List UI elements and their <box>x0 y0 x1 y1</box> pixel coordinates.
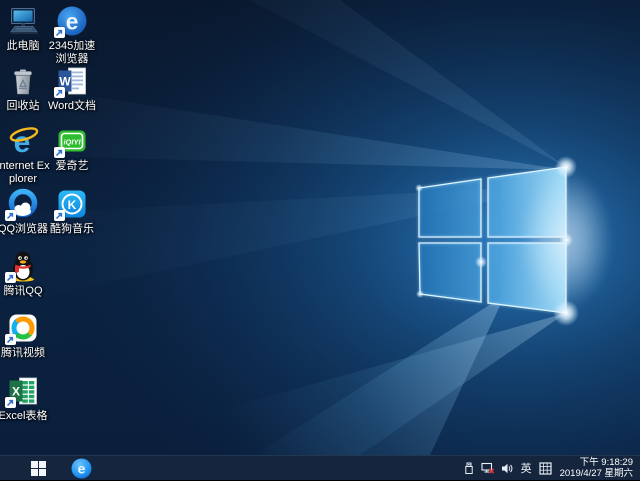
desktop-icon-label: Word文档 <box>45 100 99 113</box>
clock-date: 2019/4/27 星期六 <box>560 468 633 479</box>
desktop-icon-iqiyi[interactable]: iQIYI 爱奇艺 <box>45 125 99 173</box>
qq-penguin-icon <box>7 250 39 282</box>
kugou-music-icon: K <box>56 188 88 220</box>
desktop-icon-kugou-music[interactable]: K 酷狗音乐 <box>45 188 99 236</box>
svg-text:iQIYI: iQIYI <box>63 138 81 147</box>
tencent-video-icon <box>7 312 39 344</box>
desktop-icon-internet-explorer[interactable]: e Internet Explorer <box>0 125 50 186</box>
desktop-icon-label: 爱奇艺 <box>45 160 99 173</box>
clock[interactable]: 下午 9:18:29 2019/4/27 星期六 <box>560 457 633 479</box>
desktop-icon-recycle-bin[interactable]: 回收站 <box>0 65 50 113</box>
desktop-icon-label: 回收站 <box>0 100 50 113</box>
shortcut-arrow-icon <box>5 397 16 408</box>
ime-keyboard-icon[interactable] <box>538 456 553 481</box>
system-tray: 英 下午 9:18:29 2019/4/27 星期六 <box>460 456 640 481</box>
shortcut-arrow-icon <box>54 210 65 221</box>
network-disconnected-tray-icon[interactable] <box>481 456 496 481</box>
desktop-icon-qq-browser[interactable]: QQ浏览器 <box>0 188 50 236</box>
desktop-icon-tencent-video[interactable]: 腾讯视频 <box>0 312 50 360</box>
clock-time: 下午 9:18:29 <box>560 457 633 468</box>
shortcut-arrow-icon <box>54 147 65 158</box>
qq-browser-icon <box>7 188 39 220</box>
shortcut-arrow-icon <box>54 27 65 38</box>
shortcut-arrow-icon <box>5 334 16 345</box>
word-icon: W <box>56 65 88 97</box>
shortcut-arrow-icon <box>5 210 16 221</box>
desktop-icon-excel[interactable]: X Excel表格 <box>0 375 50 423</box>
desktop-icon-label: 2345加速浏览器 <box>45 40 99 66</box>
2345-browser-taskbar-icon: e <box>71 458 92 479</box>
iqiyi-icon: iQIYI <box>56 125 88 157</box>
this-pc-icon <box>7 5 39 37</box>
screen: 此电脑 e 2345加速浏览器 <box>0 0 640 480</box>
language-indicator[interactable]: 英 <box>519 460 534 476</box>
desktop-icon-label: Excel表格 <box>0 410 50 423</box>
desktop-icon-tencent-qq[interactable]: 腾讯QQ <box>0 250 50 298</box>
desktop-icon-this-pc[interactable]: 此电脑 <box>0 5 50 53</box>
recycle-bin-icon <box>7 65 39 97</box>
taskbar-2345-browser-button[interactable]: e <box>62 456 100 481</box>
svg-text:e: e <box>66 9 79 35</box>
volume-tray-icon[interactable] <box>500 456 515 481</box>
start-button[interactable] <box>16 456 60 481</box>
desktop-icon-word[interactable]: W Word文档 <box>45 65 99 113</box>
desktop-icon-label: 腾讯视频 <box>0 347 50 360</box>
shortcut-arrow-icon <box>54 87 65 98</box>
usb-tray-icon[interactable] <box>462 456 477 481</box>
svg-text:e: e <box>77 460 85 476</box>
excel-icon: X <box>7 375 39 407</box>
2345-browser-icon: e <box>56 5 88 37</box>
shortcut-arrow-icon <box>5 272 16 283</box>
taskbar: e <box>0 455 640 480</box>
desktop-icon-label: 腾讯QQ <box>0 285 50 298</box>
desktop-surface[interactable]: 此电脑 e 2345加速浏览器 <box>0 0 640 455</box>
desktop-icon-label: 酷狗音乐 <box>45 223 99 236</box>
svg-text:K: K <box>68 198 77 212</box>
desktop-icon-label: Internet Explorer <box>0 160 50 186</box>
desktop-icon-label: 此电脑 <box>0 40 50 53</box>
internet-explorer-icon: e <box>7 125 39 157</box>
windows-logo-icon <box>31 461 46 476</box>
desktop-icon-2345-browser[interactable]: e 2345加速浏览器 <box>45 5 99 66</box>
desktop-icon-label: QQ浏览器 <box>0 223 50 236</box>
